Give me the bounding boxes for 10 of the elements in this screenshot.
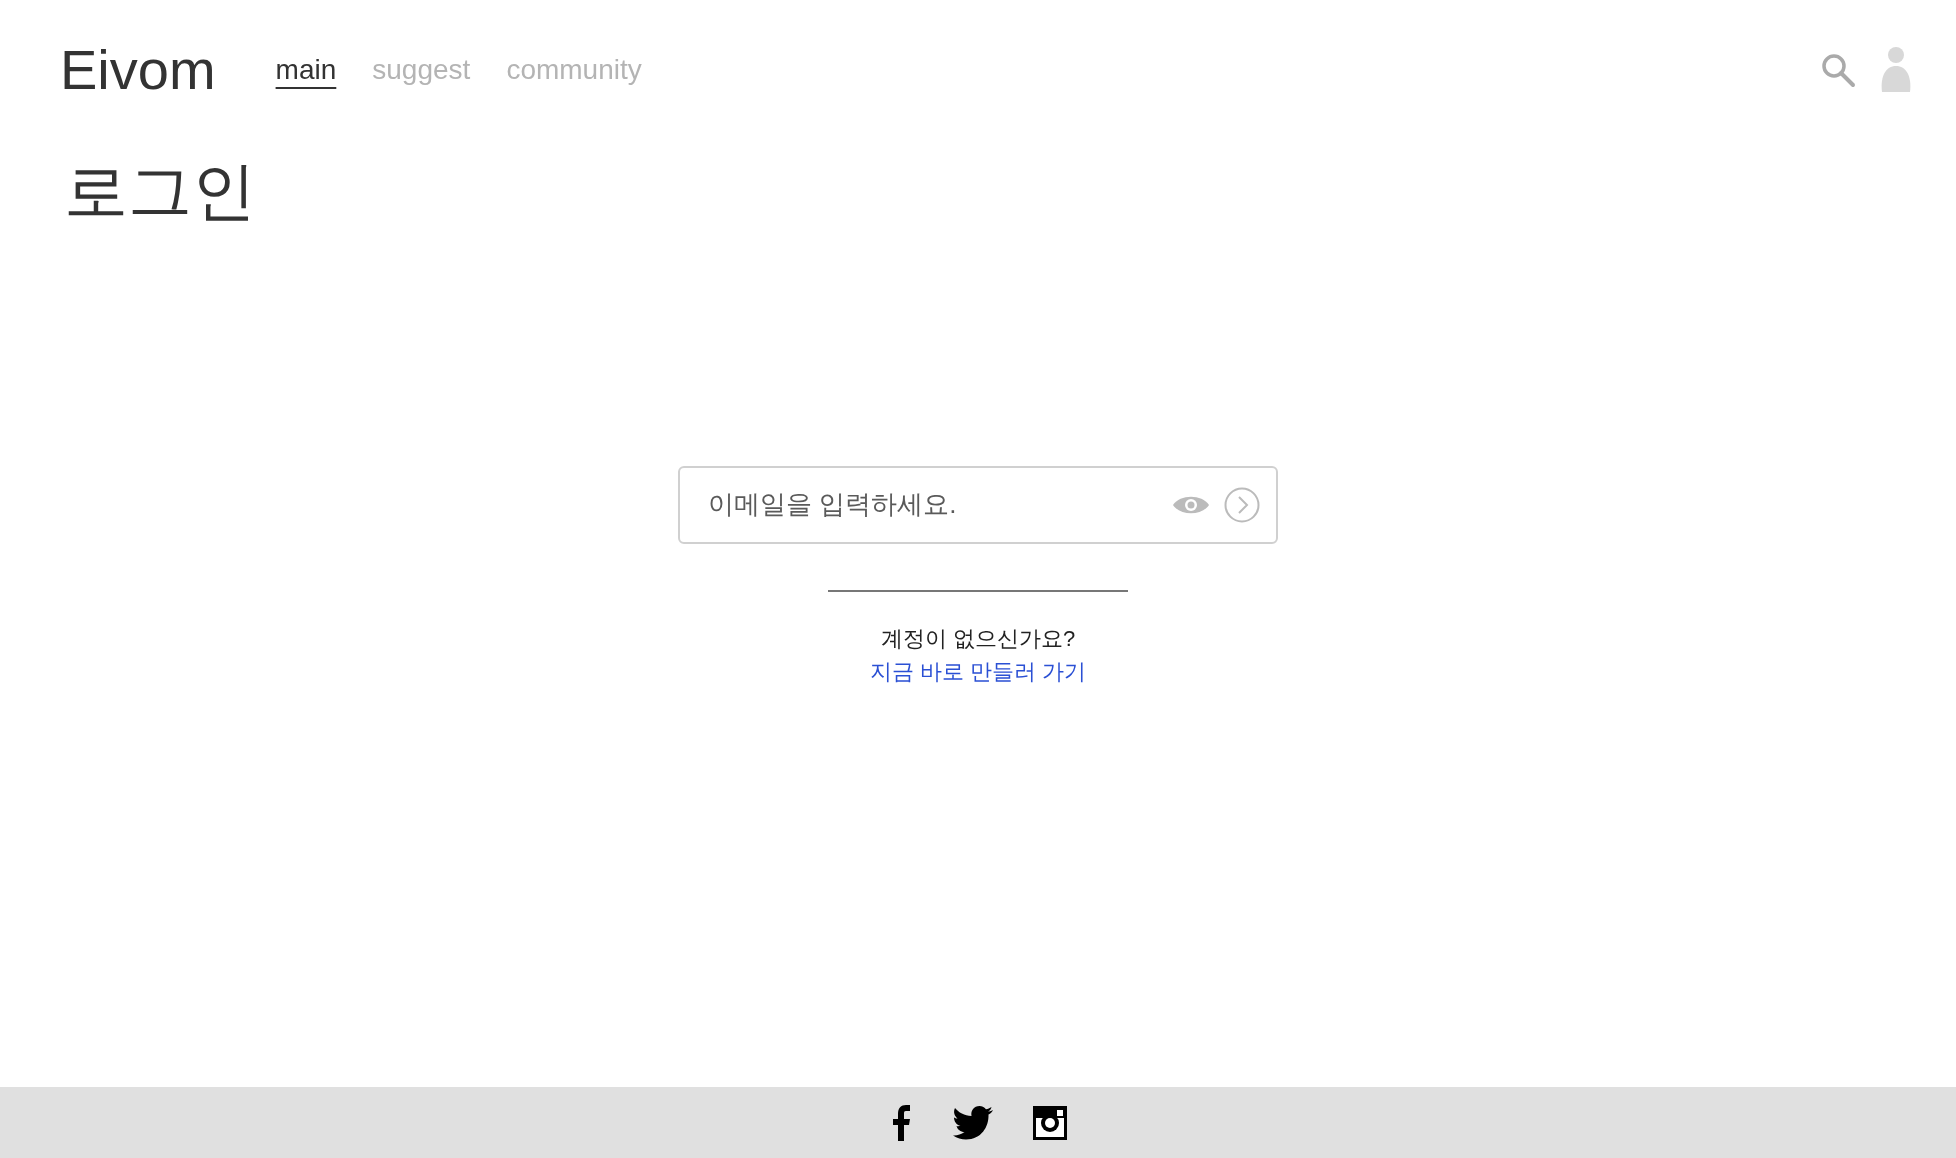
signup-prompt: 계정이 없으신가요? xyxy=(880,625,1076,653)
brand-logo[interactable]: Eivom xyxy=(60,36,216,104)
nav-link[interactable]: main xyxy=(275,48,337,91)
email-field[interactable]: 이메일을 입력하세요. xyxy=(678,466,1278,544)
page-title: 로그인 xyxy=(64,154,257,230)
bird-icon[interactable] xyxy=(953,1105,993,1140)
instagram-icon[interactable] xyxy=(1033,1105,1067,1140)
user-icon[interactable] xyxy=(1880,45,1912,94)
signup-link[interactable]: 지금 바로 만들러 가기 xyxy=(869,655,1087,688)
search-icon[interactable] xyxy=(1820,51,1856,88)
